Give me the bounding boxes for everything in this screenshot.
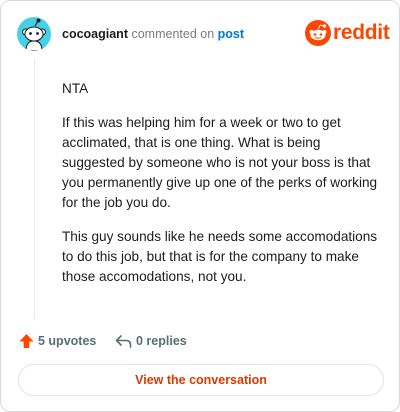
reply-arrow-icon [115,335,132,348]
reddit-logo[interactable]: reddit [305,19,390,47]
view-conversation-button[interactable]: View the conversation [18,364,384,396]
reddit-wordmark: reddit [333,21,390,44]
action-text: commented on [131,27,215,41]
upvote-count: 5 upvotes [38,334,97,348]
post-link[interactable]: post [218,27,244,41]
comment-paragraph: This guy sounds like he needs some accom… [62,229,378,284]
snoo-avatar-icon[interactable] [17,17,51,51]
thread-line [34,59,35,319]
reddit-logo-icon [305,20,331,46]
comment-paragraph: NTA [62,81,89,96]
reply-count: 0 replies [136,334,187,348]
comment-header: cocoagiant commented on post reddit [17,17,390,51]
upvote-arrow-icon [19,334,34,348]
comment-paragraph: If this was helping him for a week or tw… [62,115,378,210]
username-link[interactable]: cocoagiant [62,27,128,41]
comment-meta: cocoagiant commented on post [62,27,244,41]
comment-card: cocoagiant commented on post reddit NTA … [0,0,400,412]
comment-body: NTA If this was helping him for a week o… [62,79,382,301]
